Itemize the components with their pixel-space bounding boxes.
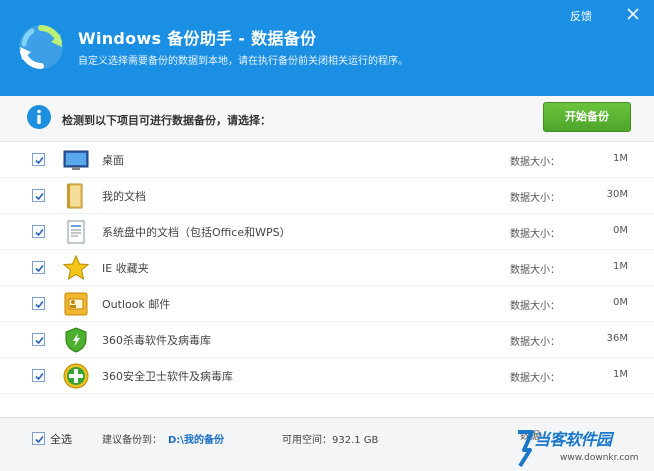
size-value: 1M bbox=[613, 153, 628, 164]
checkmark-icon bbox=[35, 300, 44, 309]
size-label: 数据大小： bbox=[510, 265, 560, 276]
checkmark-icon bbox=[35, 264, 44, 273]
item-checkbox[interactable] bbox=[32, 189, 45, 202]
item-checkbox[interactable] bbox=[32, 225, 45, 238]
item-checkbox[interactable] bbox=[32, 153, 45, 166]
plus-icon bbox=[63, 363, 89, 389]
backup-item-list: 桌面 数据大小： 1M 我的文档 数据大小： 30M 系统盘中的文档（包括Off… bbox=[0, 142, 654, 394]
checkmark-icon bbox=[35, 435, 44, 444]
watermark-name: 当客软件园 bbox=[534, 430, 612, 449]
item-checkbox[interactable] bbox=[32, 333, 45, 346]
item-label: IE 收藏夹 bbox=[102, 262, 149, 275]
item-label: 系统盘中的文档（包括Office和WPS） bbox=[102, 226, 291, 239]
size-label: 数据大小： bbox=[510, 373, 560, 384]
folder-icon bbox=[67, 183, 83, 209]
info-icon bbox=[27, 105, 51, 129]
item-checkbox[interactable] bbox=[32, 297, 45, 310]
checkmark-icon bbox=[35, 372, 44, 381]
watermark-url: www.downkr.com bbox=[560, 453, 639, 463]
window-title: Windows 备份助手 - 数据备份 bbox=[78, 29, 317, 48]
checkmark-icon bbox=[35, 228, 44, 237]
list-item[interactable]: 360安全卫士软件及病毒库 数据大小： 1M bbox=[0, 358, 654, 394]
header-banner: Windows 备份助手 - 数据备份 自定义选择需要备份的数据到本地，请在执行… bbox=[0, 0, 654, 96]
checkmark-icon bbox=[35, 336, 44, 345]
item-label: 桌面 bbox=[102, 154, 124, 167]
size-value: 0M bbox=[613, 225, 628, 236]
size-label: 数据大小： bbox=[510, 229, 560, 240]
item-label: 360安全卫士软件及病毒库 bbox=[102, 370, 233, 383]
item-label: 360杀毒软件及病毒库 bbox=[102, 334, 211, 347]
size-label: 数据大小： bbox=[510, 337, 560, 348]
item-checkbox[interactable] bbox=[32, 261, 45, 274]
info-text: 检测到以下项目可进行数据备份，请选择： bbox=[62, 114, 271, 127]
size-value: 1M bbox=[613, 369, 628, 380]
select-all-checkbox[interactable] bbox=[32, 432, 45, 445]
list-item[interactable]: 我的文档 数据大小： 30M bbox=[0, 178, 654, 214]
star-icon bbox=[62, 254, 90, 281]
size-label: 数据大小： bbox=[510, 301, 560, 312]
desktop-icon bbox=[63, 150, 89, 170]
list-item[interactable]: 系统盘中的文档（包括Office和WPS） 数据大小： 0M bbox=[0, 214, 654, 250]
watermark-logo-icon bbox=[518, 430, 534, 468]
suggest-label: 建议备份到： bbox=[102, 435, 162, 446]
watermark: 当客软件园 www.downkr.com bbox=[514, 424, 654, 471]
mail-icon bbox=[64, 292, 88, 316]
start-backup-button[interactable]: 开始备份 bbox=[543, 102, 631, 132]
document-icon bbox=[67, 220, 85, 244]
checkmark-icon bbox=[35, 192, 44, 201]
checkmark-icon bbox=[35, 156, 44, 165]
feedback-link[interactable]: 反馈 bbox=[570, 8, 592, 24]
item-checkbox[interactable] bbox=[32, 369, 45, 382]
select-all-label[interactable]: 全选 bbox=[50, 431, 72, 447]
list-item[interactable]: 360杀毒软件及病毒库 数据大小： 36M bbox=[0, 322, 654, 358]
list-item[interactable]: IE 收藏夹 数据大小： 1M bbox=[0, 250, 654, 286]
backup-path-link[interactable]: D:\我的备份 bbox=[168, 431, 224, 446]
close-icon[interactable] bbox=[622, 4, 644, 24]
size-value: 36M bbox=[606, 333, 628, 344]
size-label: 数据大小： bbox=[510, 157, 560, 168]
refresh-logo-icon bbox=[19, 25, 63, 69]
item-label: Outlook 邮件 bbox=[102, 298, 171, 311]
window-subtitle: 自定义选择需要备份的数据到本地，请在执行备份前关闭相关运行的程序。 bbox=[78, 56, 408, 67]
list-item[interactable]: 桌面 数据大小： 1M bbox=[0, 142, 654, 178]
shield-icon bbox=[65, 327, 87, 353]
size-value: 0M bbox=[613, 297, 628, 308]
item-label: 我的文档 bbox=[102, 190, 146, 203]
size-value: 30M bbox=[606, 189, 628, 200]
size-label: 数据大小： bbox=[510, 193, 560, 204]
list-item[interactable]: Outlook 邮件 数据大小： 0M bbox=[0, 286, 654, 322]
free-space-text: 可用空间：932.1 GB bbox=[282, 435, 379, 446]
size-value: 1M bbox=[613, 261, 628, 272]
